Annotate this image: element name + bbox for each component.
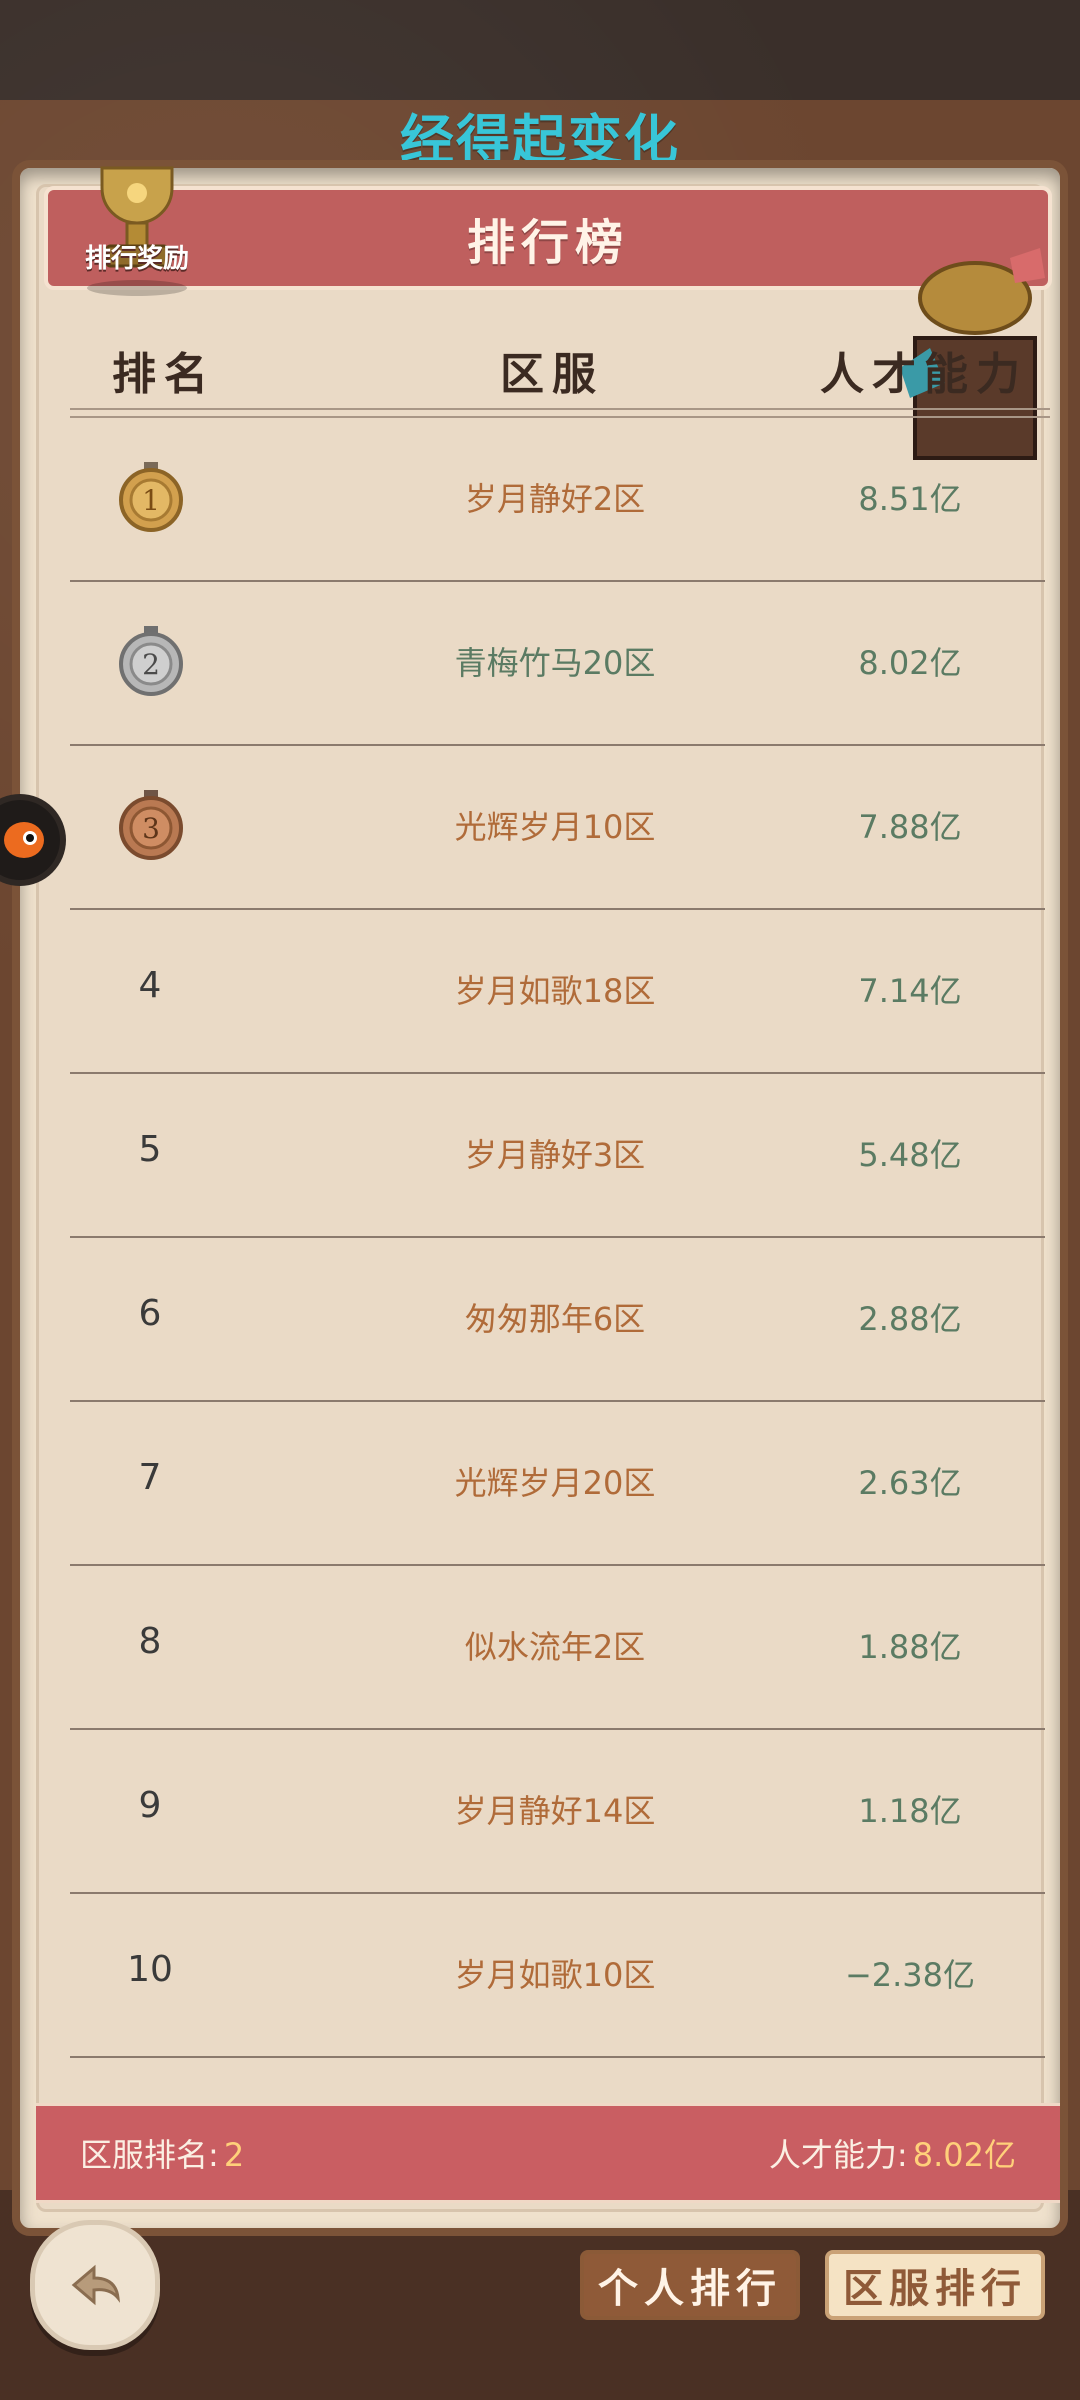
rank-reward-button[interactable]: 排行奖励 [62, 148, 212, 298]
header-divider [70, 408, 1050, 418]
power-value: 5.48亿 [858, 1136, 962, 1174]
power-summary: 人才能力: 8.02亿 [769, 2130, 1016, 2176]
table-row: 6 匆匆那年6区 2.88亿 [70, 1238, 1045, 1402]
svg-text:1: 1 [142, 484, 160, 517]
column-power: 人才能力 [820, 349, 1028, 400]
table-row: 1 岁月静好2区 8.51亿 [70, 418, 1045, 582]
table-row: 5 岁月静好3区 5.48亿 [70, 1074, 1045, 1238]
table-row: 3 光辉岁月10区 7.88亿 [70, 746, 1045, 910]
silver-medal-icon: 2 [119, 626, 183, 696]
bronze-medal-icon: 3 [119, 790, 183, 860]
power-value: 8.02亿 [858, 644, 962, 682]
server-name: 岁月如歌18区 [454, 972, 656, 1010]
server-name: 似水流年2区 [464, 1628, 646, 1666]
column-server: 区服 [500, 349, 604, 400]
table-row: 7 光辉岁月20区 2.63亿 [70, 1402, 1045, 1566]
rank-reward-label: 排行奖励 [84, 244, 189, 274]
table-row: 4 岁月如歌18区 7.14亿 [70, 910, 1045, 1074]
server-rank-value: 2 [223, 2136, 245, 2174]
power-summary-value: 8.02亿 [912, 2136, 1016, 2174]
power-value: 1.88亿 [858, 1628, 962, 1666]
server-name: 岁月静好3区 [464, 1136, 646, 1174]
server-name: 光辉岁月10区 [454, 808, 656, 846]
rank-number: 6 [138, 1293, 162, 1334]
power-value: 2.88亿 [858, 1300, 962, 1338]
column-headers: 排名 区服 人才能力 [70, 308, 1050, 418]
gold-medal-icon: 1 [119, 462, 183, 532]
my-server-summary: 区服排名: 2 人才能力: 8.02亿 [36, 2103, 1060, 2203]
svg-text:3: 3 [142, 812, 160, 845]
power-value: 1.18亿 [858, 1792, 962, 1830]
rank-number: 10 [127, 1949, 173, 1990]
leaderboard-panel: 排行榜 排行奖励 排名 区服 人才能力 1 岁月静好2区 8.51亿 2 青梅竹… [12, 160, 1068, 2236]
page-title: 排行榜 [466, 215, 629, 271]
power-value: 8.51亿 [858, 480, 962, 518]
rank-number: 7 [138, 1457, 162, 1498]
trophy-icon [87, 166, 187, 296]
rank-number: 5 [138, 1129, 162, 1170]
power-summary-label: 人才能力: [768, 2136, 908, 2174]
server-name: 匆匆那年6区 [464, 1300, 646, 1338]
table-row: 9 岁月静好14区 1.18亿 [70, 1730, 1045, 1894]
server-name: 光辉岁月20区 [454, 1464, 656, 1502]
rank-number: 4 [138, 965, 162, 1006]
back-arrow-icon [71, 2264, 120, 2306]
svg-text:2: 2 [142, 648, 160, 681]
server-name: 岁月静好2区 [464, 480, 646, 518]
power-value: −2.38亿 [844, 1956, 976, 1994]
server-name: 青梅竹马20区 [454, 644, 656, 682]
server-name: 岁月如歌10区 [454, 1956, 656, 1994]
rank-number: 9 [138, 1785, 162, 1826]
rank-number: 8 [138, 1621, 162, 1662]
table-row: 10 岁月如歌10区 −2.38亿 [70, 1894, 1045, 2058]
personal-ranking-button[interactable]: 个人排行 [580, 2250, 800, 2320]
server-rank-label: 区服排名: [80, 2136, 219, 2174]
power-value: 2.63亿 [858, 1464, 962, 1502]
server-rank-summary: 区服排名: 2 [80, 2130, 244, 2176]
column-rank: 排名 [112, 349, 216, 400]
power-value: 7.14亿 [858, 972, 962, 1010]
table-row: 8 似水流年2区 1.88亿 [70, 1566, 1045, 1730]
server-name: 岁月静好14区 [454, 1792, 656, 1830]
table-row: 2 青梅竹马20区 8.02亿 [70, 582, 1045, 746]
ranking-list: 1 岁月静好2区 8.51亿 2 青梅竹马20区 8.02亿 3 光辉岁月10区 [70, 418, 1045, 2058]
fish-mascot-icon [4, 822, 44, 858]
power-value: 7.88亿 [858, 808, 962, 846]
back-button[interactable] [30, 2220, 160, 2350]
server-ranking-button[interactable]: 区服排行 [825, 2250, 1045, 2320]
